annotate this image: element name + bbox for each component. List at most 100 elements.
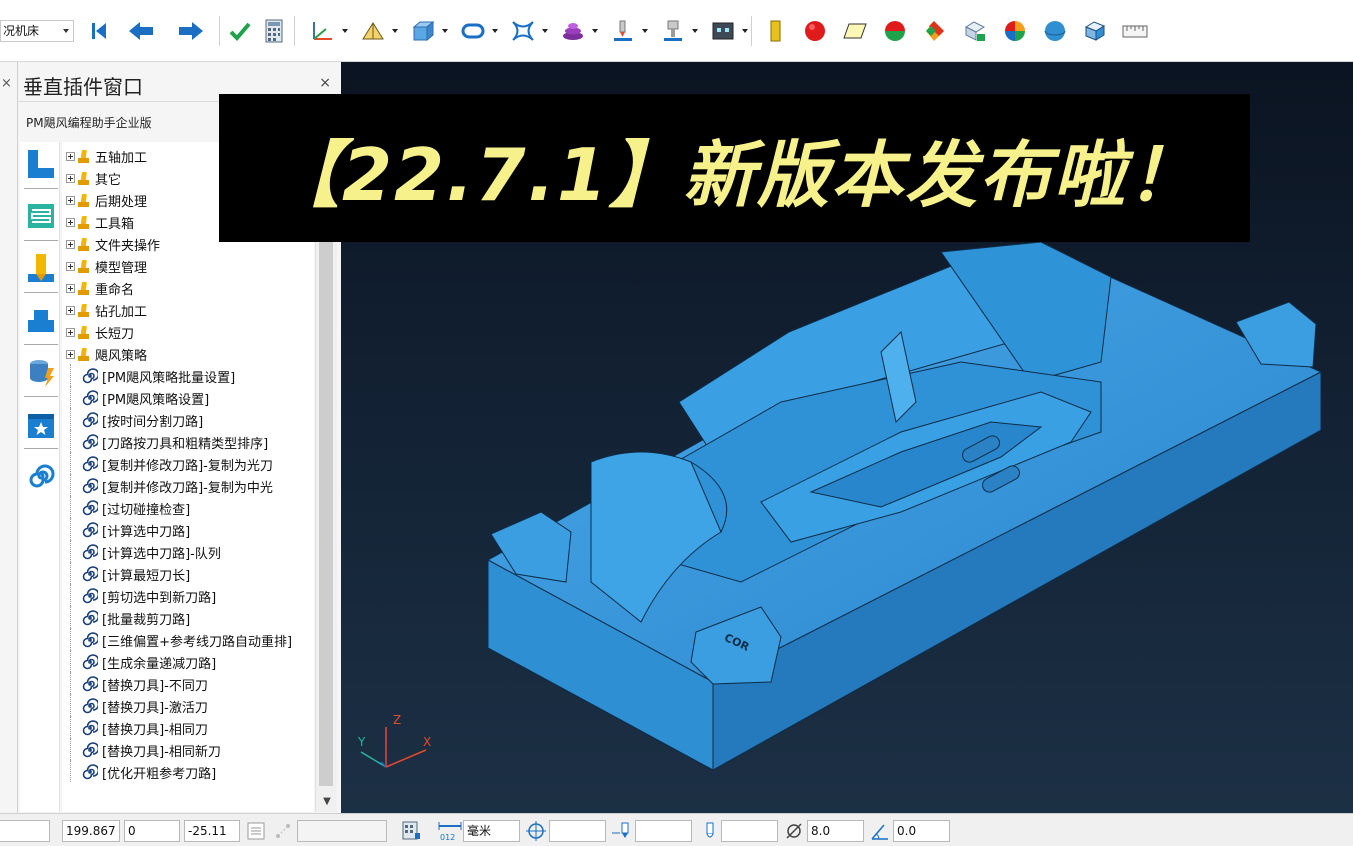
tab-pm-assistant[interactable]: PM飓风编程助手企业版 [18,106,228,136]
tree-scrollbar[interactable]: ▼ [315,142,337,812]
tree-item-label: [替换刀具]-相同刀 [102,722,208,738]
holder-button[interactable] [648,14,698,48]
powermill-window: 况机床 × 垂直插件窗口 × PM飓风编程助手企业版 五轴加工 其它 后期处理 … [0,0,1353,846]
tolerance-field[interactable] [549,820,606,842]
first-button[interactable] [82,14,116,48]
tree-item[interactable]: [三维偏置+参考线刀路自动重排] [62,630,292,650]
tree-folder[interactable]: 模型管理 [62,256,147,276]
red-sphere-button[interactable] [795,14,835,48]
spiral-icon [82,698,98,714]
tree-item[interactable]: [复制并修改刀路]-复制为中光 [62,476,273,496]
tree-folder[interactable]: 五轴加工 [62,146,147,166]
tree-item[interactable]: [替换刀具]-相同刀 [62,718,208,738]
step-button[interactable] [24,302,58,338]
toolpath-button[interactable] [348,14,398,48]
ruler-button[interactable] [1115,14,1155,48]
spiral-button[interactable] [24,458,58,494]
tree-item[interactable]: [PM飓风策略设置] [62,388,209,408]
tree-item[interactable]: [刀路按刀具和粗精类型排序] [62,432,268,452]
close-icon[interactable]: × [1,76,12,91]
tree-item[interactable]: [批量裁剪刀路] [62,608,190,628]
z-coordinate-field[interactable]: -25.11 [184,820,240,842]
y-coordinate-field[interactable]: 0 [124,820,180,842]
back-button[interactable] [116,14,166,48]
crosshair-icon[interactable] [525,819,547,843]
tree-item-label: [按时间分割刀路] [102,414,204,430]
tool-button[interactable] [598,14,648,48]
display-button[interactable] [698,14,748,48]
accept-button[interactable] [223,14,257,48]
tree-folder[interactable]: 工具箱 [62,212,134,232]
svg-text:012: 012 [440,833,455,842]
axis-x-label: X [423,735,431,749]
corner-icon [28,150,54,178]
stack-button[interactable] [24,354,58,390]
tree-folder[interactable]: 飓风策略 [62,344,147,364]
plane-button[interactable] [835,14,875,48]
layers-button[interactable] [24,198,58,234]
star-folder-button[interactable] [24,406,58,442]
tree-folder[interactable]: 文件夹操作 [62,234,160,254]
tree-item-label: [PM飓风策略设置] [102,392,210,408]
tree-folder[interactable]: 重命名 [62,278,134,298]
snap-icon[interactable] [272,819,294,843]
stock-button[interactable] [548,14,598,48]
tool-length-field[interactable] [721,820,778,842]
yellow-bar-button[interactable] [755,14,795,48]
red-sphere-icon [805,21,825,41]
toolpath-icon [362,22,384,40]
tree-item[interactable]: [按时间分割刀路] [62,410,203,430]
tree-item[interactable]: [过切碰撞检查] [62,498,190,518]
close-icon[interactable]: × [319,75,331,91]
forward-button[interactable] [166,14,216,48]
drill-icon [28,254,54,282]
multicolor-button[interactable] [995,14,1035,48]
calculator-button[interactable] [257,14,291,48]
grid-calculator-icon[interactable] [400,819,422,843]
panel-title: 垂直插件窗口 [23,75,143,99]
box-button[interactable] [1075,14,1115,48]
list-icon[interactable] [245,819,267,843]
tree-item[interactable]: [生成余量递减刀路] [62,652,216,672]
status-empty-field [297,820,387,842]
tree-item[interactable]: [计算选中刀路]-队列 [62,542,221,562]
tree-item[interactable]: [计算选中刀路] [62,520,190,540]
stepdown-field[interactable] [635,820,692,842]
corner-button[interactable] [24,146,58,182]
material-icon [964,21,986,41]
angle-field[interactable]: 0.0 [893,820,950,842]
chevron-down-icon[interactable]: ▼ [319,796,335,810]
machine-combo[interactable]: 况机床 [0,20,74,42]
boundary-button[interactable] [448,14,498,48]
tree-item[interactable]: [计算最短刀长] [62,564,190,584]
tree-item[interactable]: [优化开粗参考刀路] [62,762,216,782]
tree-folder-label: 其它 [95,172,122,188]
scroll-thumb[interactable] [319,146,333,786]
shading-button[interactable] [915,14,955,48]
collapsed-explorer-panel: × [0,62,18,813]
half-sphere-button[interactable] [875,14,915,48]
x-coordinate-field[interactable]: 199.867 [62,820,120,842]
tree-item[interactable]: [复制并修改刀路]-复制为光刀 [62,454,273,474]
diameter-field[interactable]: 8.0 [807,820,864,842]
drill-button[interactable] [24,250,58,286]
stepdown-icon[interactable] [611,819,633,843]
plugin-icon-rail [20,142,60,812]
block-button[interactable] [398,14,448,48]
tree-folder[interactable]: 钻孔加工 [62,300,147,320]
blue-sphere-button[interactable] [1035,14,1075,48]
tree-item[interactable]: [PM飓风策略批量设置] [62,366,235,386]
tool-length-icon[interactable] [699,819,721,843]
tree-folder[interactable]: 后期处理 [62,190,147,210]
workplane-button[interactable] [298,14,348,48]
diameter-icon [783,819,805,843]
tree-item[interactable]: [替换刀具]-激活刀 [62,696,208,716]
tree-item[interactable]: [剪切选中到新刀路] [62,586,216,606]
tree-item[interactable]: [替换刀具]-相同新刀 [62,740,221,760]
boundary-icon [461,23,485,39]
material-button[interactable] [955,14,995,48]
units-field[interactable]: 毫米 [463,820,520,842]
tree-folder[interactable]: 长短刀 [62,322,134,342]
pattern-button[interactable] [498,14,548,48]
tree-item[interactable]: [替换刀具]-不同刀 [62,674,208,694]
